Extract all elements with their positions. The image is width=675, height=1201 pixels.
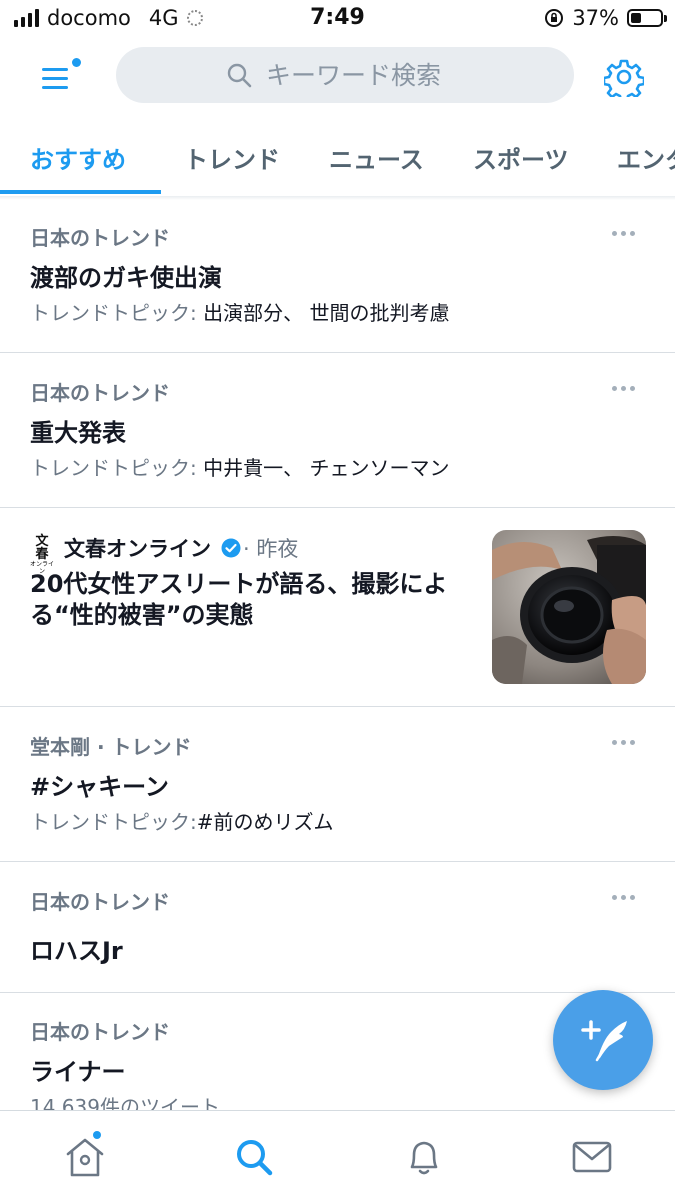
notifications-bell-icon[interactable] [402,1135,446,1179]
tab-sports[interactable]: スポーツ [473,140,569,175]
trend-item[interactable]: 日本のトレンド 重大発表 トレンドトピック: 中井貴一、 チェンソーマン [0,353,675,508]
active-tab-indicator [0,190,161,194]
trend-title: #シャキーン [30,773,169,801]
trend-context: 日本のトレンド [30,381,170,405]
tab-entertainment[interactable]: エンタ [617,140,675,175]
explore-search-icon[interactable] [232,1135,276,1179]
news-time: · 昨夜 [243,537,299,561]
trend-topics-value: #前のめリズム [196,810,334,834]
more-options-icon[interactable] [612,231,635,236]
gear-icon[interactable] [602,57,646,103]
status-right: 37% [544,6,667,30]
news-item[interactable]: 文春 オンライン 文春オンライン · 昨夜 20代女性アスリートが語る、撮影によ… [0,508,675,707]
tab-news[interactable]: ニュース [329,140,424,175]
more-options-icon[interactable] [612,895,635,900]
compose-tweet-button[interactable] [553,990,653,1090]
top-header [0,38,675,118]
trend-title: ライナー [30,1058,126,1086]
trend-topics: トレンドトピック:#前のめリズム [30,806,334,835]
bottom-navigation [0,1110,675,1201]
trend-item[interactable]: 日本のトレンド ロハスJr [0,862,675,993]
trend-topics-label: トレンドトピック: [30,301,197,325]
search-bar[interactable] [116,47,574,103]
news-source: 文春オンライン · 昨夜 [64,533,298,563]
trend-topics-value: 出演部分、 世間の批判考慮 [203,301,450,325]
battery-fill [631,13,641,23]
battery-percent: 37% [572,6,619,30]
explore-tabs: おすすめ トレンド ニュース スポーツ エンタ [0,118,675,197]
trend-context: 日本のトレンド [30,890,170,914]
tab-trending[interactable]: トレンド [184,140,280,175]
trend-topics-value: 中井貴一、 チェンソーマン [203,456,450,480]
tab-recommended[interactable]: おすすめ [30,140,126,175]
messages-envelope-icon[interactable] [570,1135,614,1179]
more-options-icon[interactable] [612,740,635,745]
notification-dot [72,58,81,67]
trend-topics-label: トレンドトピック: [30,810,197,834]
trend-item[interactable]: 堂本剛 · トレンド #シャキーン トレンドトピック:#前のめリズム [0,707,675,862]
trend-title: ロハスJr [30,937,123,965]
status-bar: docomo 4G 7:49 37% [0,0,675,38]
news-thumbnail-camera-image[interactable] [492,530,646,684]
trend-context: 堂本剛 · トレンド [30,735,192,759]
hamburger-menu-icon[interactable] [38,58,81,98]
trend-context: 日本のトレンド [30,1020,170,1044]
trend-topics: トレンドトピック: 中井貴一、 チェンソーマン [30,452,449,481]
home-notification-dot [93,1131,101,1139]
trend-item[interactable]: 日本のトレンド 渡部のガキ使出演 トレンドトピック: 出演部分、 世間の批判考慮 [0,198,675,353]
compose-plus-feather-icon [581,1020,627,1062]
trend-context: 日本のトレンド [30,226,170,250]
news-source-name: 文春オンライン [64,537,211,561]
trend-topics: トレンドトピック: 出演部分、 世間の批判考慮 [30,297,449,326]
news-headline: 20代女性アスリートが語る、撮影による“性的被害”の実態 [30,570,448,629]
more-options-icon[interactable] [612,386,635,391]
battery-icon [627,9,667,27]
search-icon [227,63,252,88]
search-input[interactable] [264,59,548,91]
trend-title: 重大発表 [30,419,126,447]
home-icon[interactable] [63,1131,107,1179]
orientation-lock-icon [545,9,564,27]
verified-badge-icon [221,538,241,558]
news-logo-text: 文春 [35,534,49,562]
trend-title: 渡部のガキ使出演 [30,264,222,292]
news-source-logo: 文春 オンライン [30,534,54,575]
trend-topics-label: トレンドトピック: [30,456,197,480]
